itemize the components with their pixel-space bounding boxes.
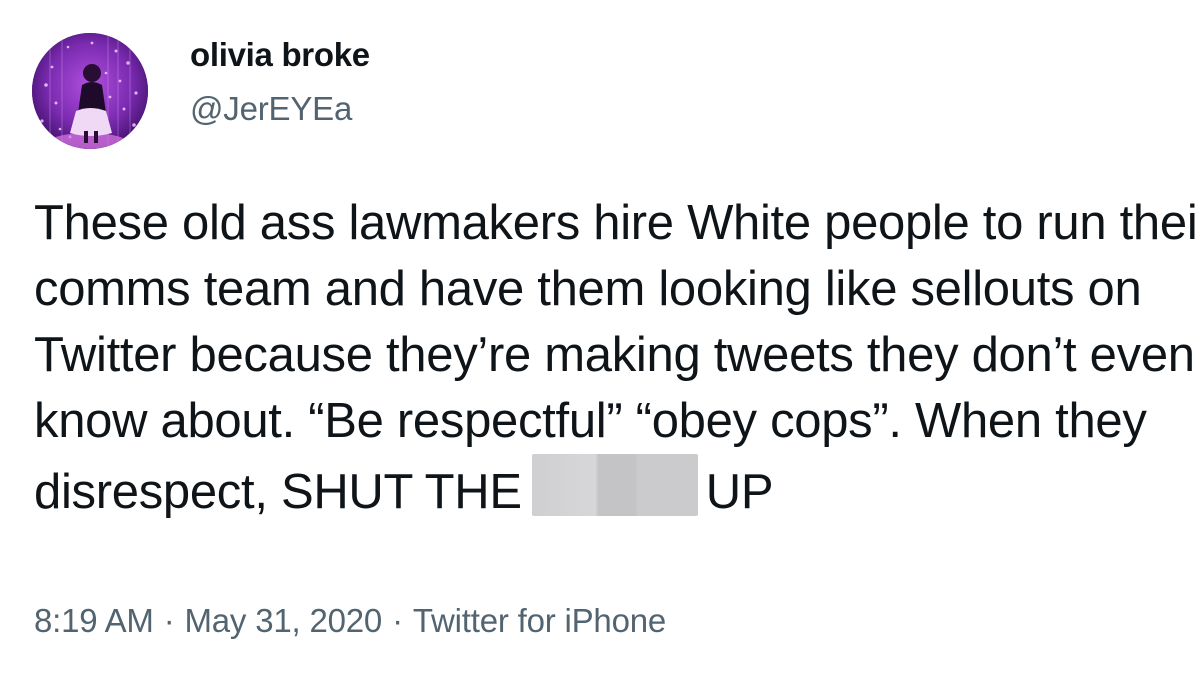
user-handle[interactable]: @JerEYEa [190, 90, 352, 128]
tweet-text-fragment: disrespect, SHUT THE [34, 465, 522, 519]
tweet-card: olivia broke @JerEYEa These old ass lawm… [0, 0, 1200, 675]
tweet-source[interactable]: Twitter for iPhone [413, 602, 666, 639]
display-name[interactable]: olivia broke [190, 36, 370, 74]
tweet-text-line: Twitter because they’re making tweets th… [34, 328, 1195, 382]
avatar[interactable] [32, 33, 148, 149]
separator-dot: · [163, 602, 175, 639]
tweet-metadata: 8:19 AM · May 31, 2020 · Twitter for iPhone [34, 602, 666, 640]
tweet-text-fragment-end: UP [705, 465, 774, 519]
separator-dot: · [392, 602, 403, 639]
tweet-time[interactable]: 8:19 AM [34, 602, 154, 639]
censor-block [531, 454, 698, 516]
tweet-text-line: These old ass lawmakers hire White peopl… [34, 196, 1200, 250]
tweet-text-line: know about. “Be respectful” “obey cops”.… [34, 394, 1147, 448]
tweet-text-line: comms team and have them looking like se… [34, 262, 1142, 316]
tweet-date[interactable]: May 31, 2020 [184, 602, 382, 639]
avatar-photo [32, 33, 148, 149]
tweet-text: These old ass lawmakers hire White peopl… [34, 190, 1200, 520]
tweet-text-line-last: disrespect, SHUT THE UP [34, 454, 1200, 520]
